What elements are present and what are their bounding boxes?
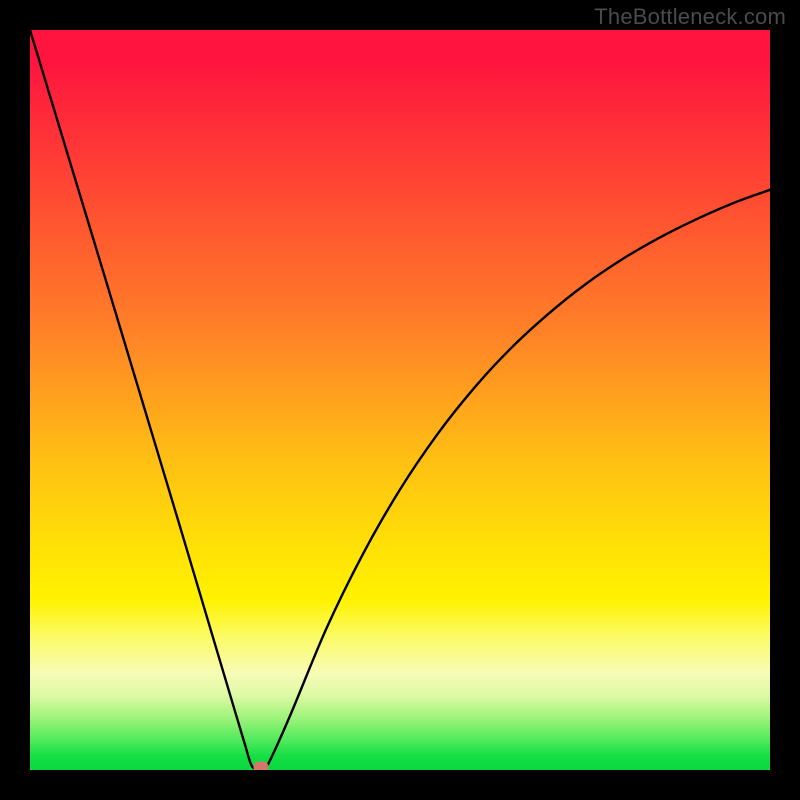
plot-area xyxy=(30,30,770,770)
watermark-text: TheBottleneck.com xyxy=(594,4,786,30)
optimal-point-marker xyxy=(253,762,268,770)
bottleneck-curve xyxy=(30,30,770,770)
chart-frame: TheBottleneck.com xyxy=(0,0,800,800)
